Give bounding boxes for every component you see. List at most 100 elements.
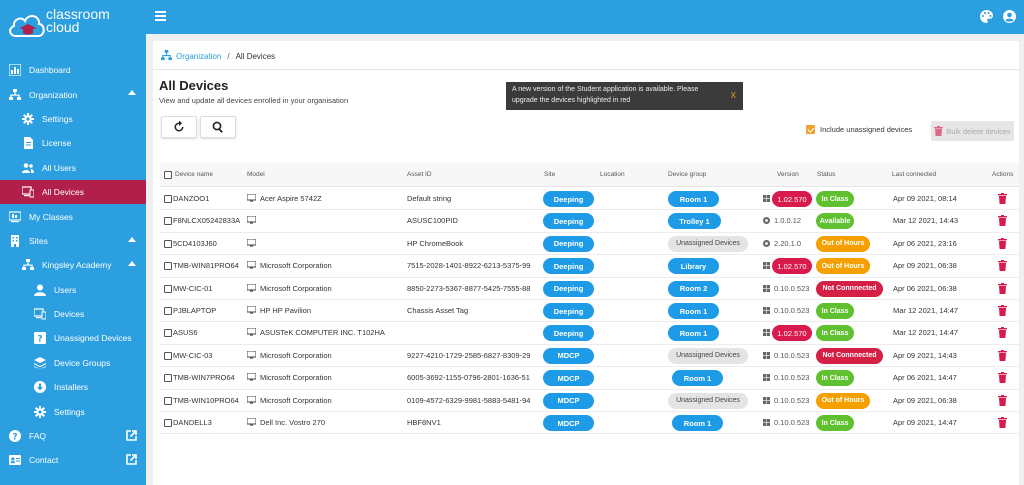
device-name[interactable]: ASUS6 [173,328,198,337]
col-last-connected[interactable]: Last connected [892,171,936,178]
site-badge[interactable]: Deeping [543,258,594,275]
site-badge[interactable]: Deeping [543,303,594,319]
site-badge[interactable]: MDCP [543,415,594,431]
table-row[interactable]: PJBLAPTOP HP HP Pavilion Chassis Asset Tag… [160,300,1019,323]
device-name[interactable]: DANDELL3 [173,418,212,427]
device-group-badge[interactable]: Room 1 [668,325,719,342]
row-checkbox[interactable] [164,307,172,315]
sidebar-item-my-classes[interactable]: My Classes [0,204,146,228]
sidebar-item-dashboard[interactable]: Dashboard [0,58,146,82]
app-logo[interactable]: classroom cloud [6,7,110,46]
row-checkbox[interactable] [164,239,172,248]
delete-device-button[interactable] [998,349,1007,361]
sidebar-item-installers[interactable]: Installers [0,375,146,399]
device-group-badge[interactable]: Room 2 [668,280,719,297]
sidebar-item-all-devices[interactable]: All Devices [0,179,146,205]
sidebar-item-devices[interactable]: Devices [0,302,146,326]
sidebar-item-users[interactable]: Users [0,278,146,302]
device-group-badge[interactable]: Trolley 1 [668,213,721,230]
row-checkbox[interactable] [164,396,172,405]
sidebar-item-contact[interactable]: Contact [0,448,146,472]
search-button[interactable] [200,116,236,138]
row-checkbox[interactable] [164,284,172,293]
col-device-group[interactable]: Device group [668,171,706,178]
col-site[interactable]: Site [544,171,555,178]
sidebar-item-organization[interactable]: Organization [0,82,146,106]
delete-device-button[interactable] [998,305,1007,316]
table-row[interactable]: TMB-WIN81PRO64 Microsoft Corporation 7515-… [160,255,1019,278]
device-group-badge[interactable]: Room 1 [668,191,719,207]
row-checkbox[interactable] [164,195,172,203]
table-row[interactable]: DANDELL3 Dell Inc. Vostro 270 HBF8NV1 MDCP R… [160,412,1019,435]
table-row[interactable]: DANZOO1 Acer Aspire 5742Z Default string De… [160,188,1019,211]
table-row[interactable]: 5CD4103J60 HP ChromeBook Deeping Unassigned… [160,233,1019,256]
device-name[interactable]: 5CD4103J60 [173,239,217,248]
col-status[interactable]: Status [817,171,835,178]
col-model[interactable]: Model [247,171,265,178]
row-checkbox[interactable] [164,262,172,271]
site-badge[interactable]: Deeping [543,235,594,252]
device-name[interactable]: PJBLAPTOP [173,306,216,315]
sidebar-item-device-groups[interactable]: Device Groups [0,351,146,375]
col-location[interactable]: Location [600,171,625,178]
sidebar-item-license[interactable]: License [0,131,146,155]
device-name[interactable]: TMB-WIN81PRO64 [173,261,239,270]
select-all-checkbox[interactable] [164,171,172,179]
delete-device-button[interactable] [998,327,1007,339]
table-row[interactable]: F8NLCX05242833A ASUSC100PID Deeping Trolley… [160,210,1019,233]
site-badge[interactable]: Deeping [543,191,594,207]
sidebar-item-sites[interactable]: Sites [0,229,146,253]
row-checkbox[interactable] [164,217,172,226]
table-row[interactable]: TMB-WIN7PRO64 Microsoft Corporation 6005-3… [160,367,1019,390]
row-checkbox[interactable] [164,329,172,338]
col-asset-id[interactable]: Asset ID [407,171,432,178]
table-row[interactable]: MW-CIC-03 Microsoft Corporation 9227-4210-… [160,345,1019,368]
account-icon[interactable] [1003,10,1016,23]
sidebar-item-faq[interactable]: ? FAQ [0,424,146,448]
device-name[interactable]: MW-CIC-03 [173,351,212,360]
device-group-badge[interactable]: Unassigned Devices [668,235,748,252]
include-unassigned-checkbox[interactable] [806,125,815,134]
col-device-name[interactable]: Device name [175,171,213,178]
palette-icon[interactable] [980,10,993,23]
device-group-badge[interactable]: Library [668,258,719,275]
bulk-delete-button[interactable]: Bulk delete devices [931,121,1014,141]
close-notification-button[interactable]: X [731,91,736,102]
sidebar-item-all-users[interactable]: All Users [0,156,146,180]
table-row[interactable]: ASUS6 ASUSTeK COMPUTER INC. T102HA Deeping… [160,322,1019,345]
delete-device-button[interactable] [998,394,1007,406]
device-group-badge[interactable]: Room 1 [672,370,723,387]
sidebar-item-kingsley-academy[interactable]: Kingsley Academy [0,253,146,277]
col-version[interactable]: Version [777,171,799,178]
row-checkbox[interactable] [164,374,172,383]
device-name[interactable]: TMB-WIN7PRO64 [173,373,235,382]
refresh-button[interactable] [161,116,197,138]
sidebar-item-unassigned-devices[interactable]: ? Unassigned Devices [0,326,146,350]
delete-device-button[interactable] [998,282,1007,294]
device-name[interactable]: F8NLCX05242833A [173,216,240,225]
external-link-icon[interactable] [126,454,137,466]
delete-device-button[interactable] [998,215,1007,227]
site-badge[interactable]: MDCP [543,347,594,364]
delete-device-button[interactable] [998,193,1007,204]
breadcrumb-organization[interactable]: Organization [176,52,221,61]
device-name[interactable]: TMB-WIN10PRO64 [173,396,239,405]
table-row[interactable]: TMB-WIN10PRO64 Microsoft Corporation 0109-… [160,390,1019,412]
include-unassigned-toggle[interactable]: Include unassigned devices [806,125,912,134]
delete-device-button[interactable] [998,417,1007,428]
row-checkbox[interactable] [164,351,172,360]
sidebar-item-site-settings[interactable]: Settings [0,399,146,423]
device-group-badge[interactable]: Room 1 [672,415,723,431]
site-badge[interactable]: Deeping [543,325,594,342]
menu-icon[interactable] [155,11,166,21]
site-badge[interactable]: MDCP [543,392,594,409]
sidebar-item-settings[interactable]: Settings [0,107,146,131]
external-link-icon[interactable] [126,430,137,441]
site-badge[interactable]: Deeping [543,280,594,297]
device-name[interactable]: DANZOO1 [173,194,209,203]
delete-device-button[interactable] [998,260,1007,272]
device-group-badge[interactable]: Unassigned Devices [668,347,748,364]
delete-device-button[interactable] [998,237,1007,249]
row-checkbox[interactable] [164,419,172,427]
device-name[interactable]: MW-CIC-01 [173,284,212,293]
